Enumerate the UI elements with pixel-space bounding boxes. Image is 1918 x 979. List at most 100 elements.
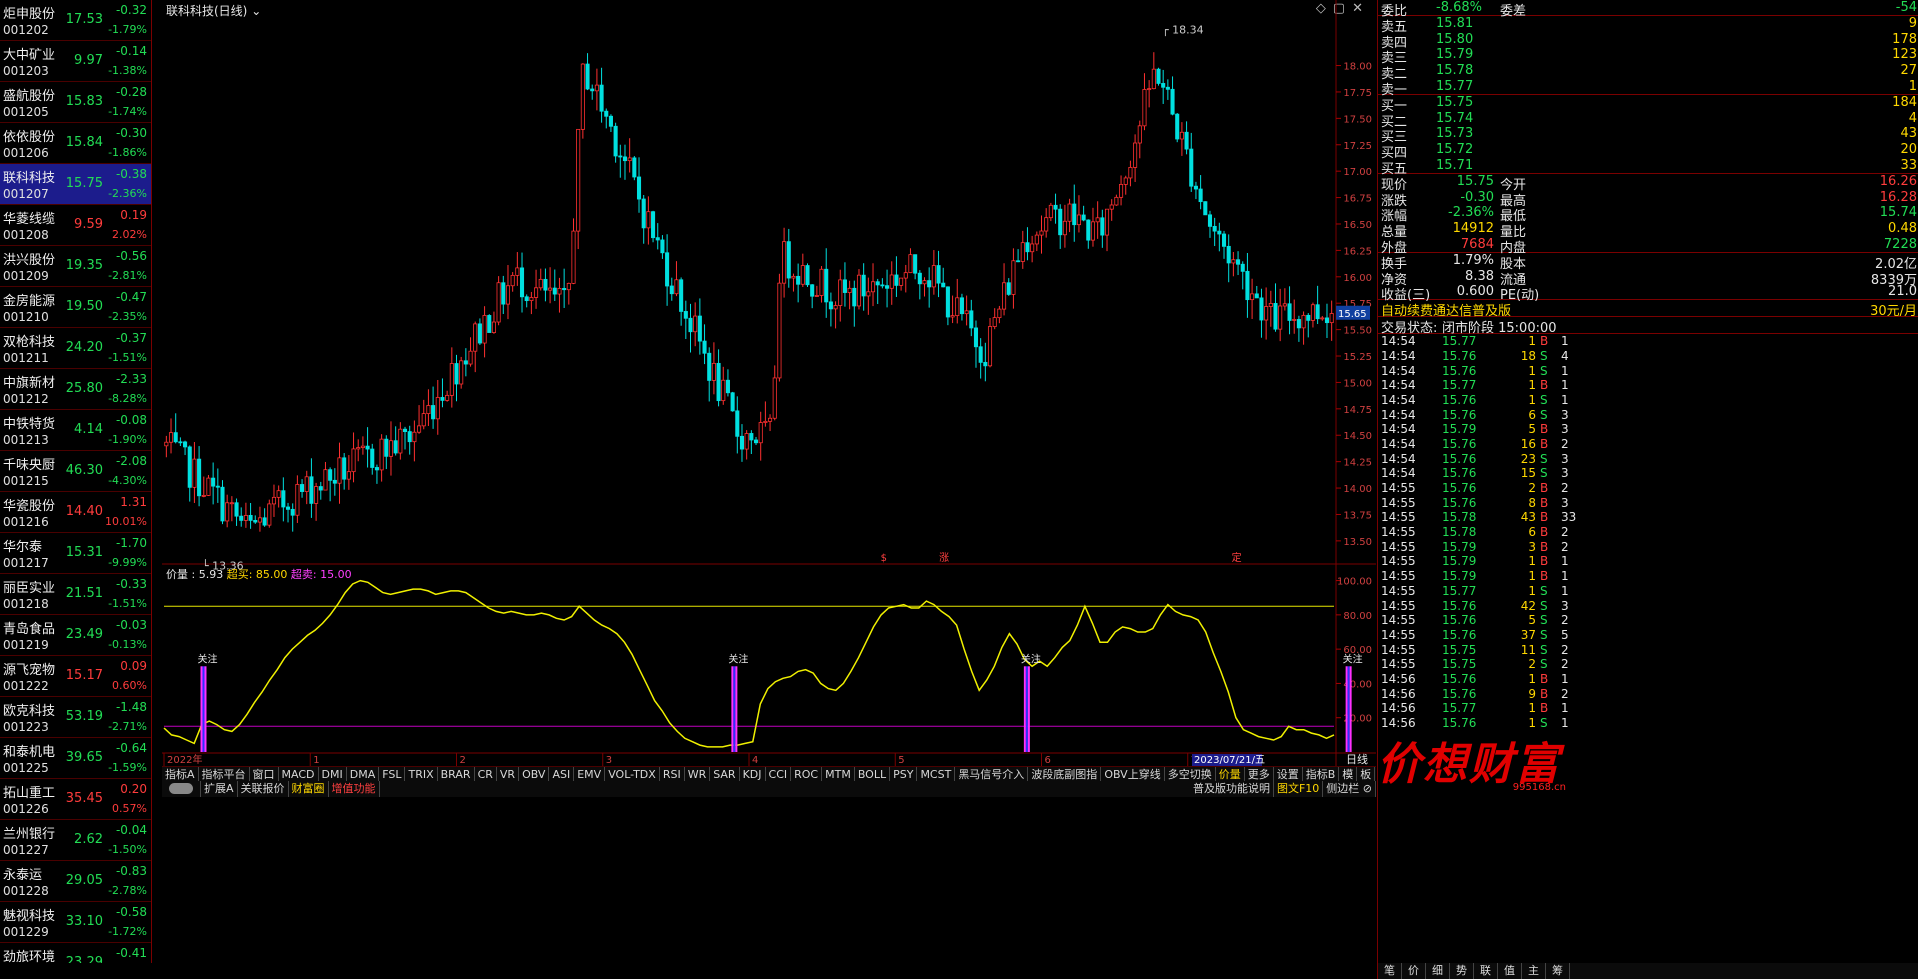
tick-price: 15.77 <box>1442 583 1477 598</box>
candle-body <box>1025 242 1030 253</box>
indicator-tab[interactable]: RSI <box>660 767 685 782</box>
indicator-tab[interactable]: VOL-TDX <box>605 767 660 782</box>
indicator-tab[interactable]: EMV <box>574 767 606 782</box>
guide-link[interactable]: 普及版功能说明 <box>1190 781 1274 797</box>
indicator-tab[interactable]: 指标平台 <box>199 767 250 782</box>
watchlist-row[interactable]: 金房能源 001210 19.50 -0.47 -2.35% <box>0 287 151 328</box>
watchlist-row[interactable]: 源飞宠物 001222 15.17 0.09 0.60% <box>0 656 151 697</box>
tab-right-item[interactable]: 指标B <box>1303 767 1340 782</box>
quote-tab[interactable]: 势 <box>1450 963 1474 979</box>
tab-right-item[interactable]: 模 <box>1339 767 1358 782</box>
watchlist-row[interactable]: 千味央厨 001215 46.30 -2.08 -4.30% <box>0 451 151 492</box>
chart-marker: 涨 <box>939 552 949 564</box>
indicator-tab[interactable]: OBV <box>519 767 550 782</box>
watchlist-row[interactable]: 欧克科技 001223 53.19 -1.48 -2.71% <box>0 697 151 738</box>
watchlist-row[interactable]: 洪兴股份 001209 19.35 -0.56 -2.81% <box>0 246 151 287</box>
watchlist-row[interactable]: 魅视科技 001229 33.10 -0.58 -1.72% <box>0 902 151 943</box>
tab-right-item[interactable]: + <box>1375 767 1376 782</box>
watchlist-row[interactable]: 劲旅环境00123023.29-0.41-1.73% <box>0 943 151 963</box>
tick-time: 14:54 <box>1381 348 1416 363</box>
candlestick-chart[interactable]: 18.00 17.75 17.50 17.25 17.00 16.75 16.50 16.25… <box>162 0 1376 766</box>
watchlist-row[interactable]: 炬申股份 001202 17.53 -0.32 -1.79% <box>0 0 151 41</box>
indicator-tab[interactable]: 价量 <box>1216 767 1245 782</box>
watchlist-row[interactable]: 青岛食品 001219 23.49 -0.03 -0.13% <box>0 615 151 656</box>
chart-area[interactable]: 联科科技(日线) ⌄ ◇▢✕ 18.00 17.75 17.50 17.25 17.00… <box>162 0 1376 963</box>
indicator-tab[interactable]: 窗口 <box>250 767 279 782</box>
ext-a-button[interactable]: 扩展A <box>201 781 238 797</box>
watchlist-row[interactable]: 拓山重工 001226 35.45 0.20 0.57% <box>0 779 151 820</box>
indicator-tab[interactable]: CR <box>475 767 497 782</box>
watchlist-row[interactable]: 盛航股份 001205 15.83 -0.28 -1.74% <box>0 82 151 123</box>
indicator-tab[interactable]: 指标A <box>162 767 199 782</box>
indicator-tab[interactable]: MACD <box>279 767 319 782</box>
watchlist-row[interactable]: 和泰机电 001225 39.65 -0.64 -1.59% <box>0 738 151 779</box>
candle-body <box>449 363 454 396</box>
candle-body <box>880 284 885 287</box>
indicator-tab[interactable]: 设置 <box>1274 767 1303 782</box>
candle-body <box>431 405 436 420</box>
watchlist-row[interactable]: 华尔泰 001217 15.31 -1.70 -9.99% <box>0 533 151 574</box>
quote-tab[interactable]: 价 <box>1402 963 1426 979</box>
indicator-tab[interactable]: DMI <box>319 767 347 782</box>
watchlist-row[interactable]: 永泰运 001228 29.05 -0.83 -2.78% <box>0 861 151 902</box>
tick-price: 15.76 <box>1442 598 1477 613</box>
indicator-tab[interactable]: DMA <box>347 767 380 782</box>
watchlist-row[interactable]: 华瓷股份 001216 14.40 1.31 10.01% <box>0 492 151 533</box>
indicator-tab[interactable]: WR <box>685 767 711 782</box>
candle-body <box>440 397 445 401</box>
watchlist-row[interactable]: 依依股份 001206 15.84 -0.30 -1.86% <box>0 123 151 164</box>
stock-name: 双枪科技 <box>3 335 56 350</box>
quote-tab[interactable]: 筹 <box>1546 963 1570 979</box>
candle-body <box>505 285 511 305</box>
quote-tab[interactable]: 联 <box>1474 963 1498 979</box>
candle-body <box>1090 221 1096 241</box>
tick-count: 2 <box>1561 525 1569 540</box>
watchlist-row[interactable]: 中旗新材 001212 25.80 -2.33 -8.28% <box>0 369 151 410</box>
candle-body <box>973 327 979 348</box>
quote-tab[interactable]: 笔 <box>1378 963 1402 979</box>
indicator-tab[interactable]: ASI <box>549 767 575 782</box>
indicator-tab[interactable]: 更多 <box>1245 767 1274 782</box>
watchlist-row[interactable]: 中铁特货 001213 4.14 -0.08 -1.90% <box>0 410 151 451</box>
indicator-tab[interactable]: VR <box>497 767 520 782</box>
indicator-tab[interactable]: MTM <box>822 767 855 782</box>
stock-change: -0.33 <box>115 577 147 591</box>
indicator-tab[interactable]: OBV上穿线 <box>1101 767 1165 782</box>
indicator-tab[interactable]: 多空切换 <box>1165 767 1216 782</box>
watchlist-row[interactable]: 华菱线缆 001208 9.59 0.19 2.02% <box>0 205 151 246</box>
watchlist-row[interactable]: 双枪科技 001211 24.20 -0.37 -1.51% <box>0 328 151 369</box>
sidebar-toggle[interactable]: 侧边栏 ⊘ <box>1323 781 1376 797</box>
watchlist-row[interactable]: 大中矿业 001203 9.97 -0.14 -1.38% <box>0 41 151 82</box>
tick-count: 1 <box>1561 583 1569 598</box>
indicator-tab[interactable]: TRIX <box>405 767 438 782</box>
watchlist-row[interactable]: 丽臣实业 001218 21.51 -0.33 -1.51% <box>0 574 151 615</box>
indicator-tab[interactable]: BOLL <box>855 767 891 782</box>
wealth-circle-button[interactable]: 财富圈 <box>289 781 329 797</box>
candle-body <box>201 495 206 497</box>
indicator-tab[interactable]: 波段底副图指 <box>1028 767 1102 782</box>
book-volume: 123 <box>1892 47 1917 63</box>
indicator-tab[interactable]: SAR <box>710 767 740 782</box>
f10-link[interactable]: 图文F10 <box>1274 781 1324 797</box>
indicator-tab[interactable]: BRAR <box>438 767 475 782</box>
related-quote-button[interactable]: 关联报价 <box>238 781 289 797</box>
indicator-tab[interactable]: 黑马信号介入 <box>955 767 1029 782</box>
indicator-tab[interactable]: ROC <box>791 767 823 782</box>
quote-tab[interactable]: 值 <box>1498 963 1522 979</box>
indicator-tab[interactable]: MCST <box>917 767 956 782</box>
x-tick-label: 2 <box>460 755 466 766</box>
signal-bar-mid <box>733 666 736 752</box>
toggle-switch[interactable] <box>162 781 201 797</box>
stock-name: 魅视科技 <box>3 909 56 924</box>
indicator-tab[interactable]: FSL <box>379 767 406 782</box>
watchlist-row[interactable]: 联科科技 001207 15.75 -0.38 -2.36% <box>0 164 151 205</box>
value-added-button[interactable]: 增值功能 <box>329 781 380 797</box>
watchlist-row[interactable]: 兰州银行 001227 2.62 -0.04 -1.50% <box>0 820 151 861</box>
tab-right-item[interactable]: 板 <box>1357 767 1376 782</box>
quote-tab[interactable]: 主 <box>1522 963 1546 979</box>
quote-tab[interactable]: 细 <box>1426 963 1450 979</box>
indicator-tab[interactable]: CCI <box>766 767 792 782</box>
candle-body <box>632 157 637 178</box>
indicator-tab[interactable]: PSY <box>890 767 918 782</box>
indicator-tab[interactable]: KDJ <box>740 767 766 782</box>
